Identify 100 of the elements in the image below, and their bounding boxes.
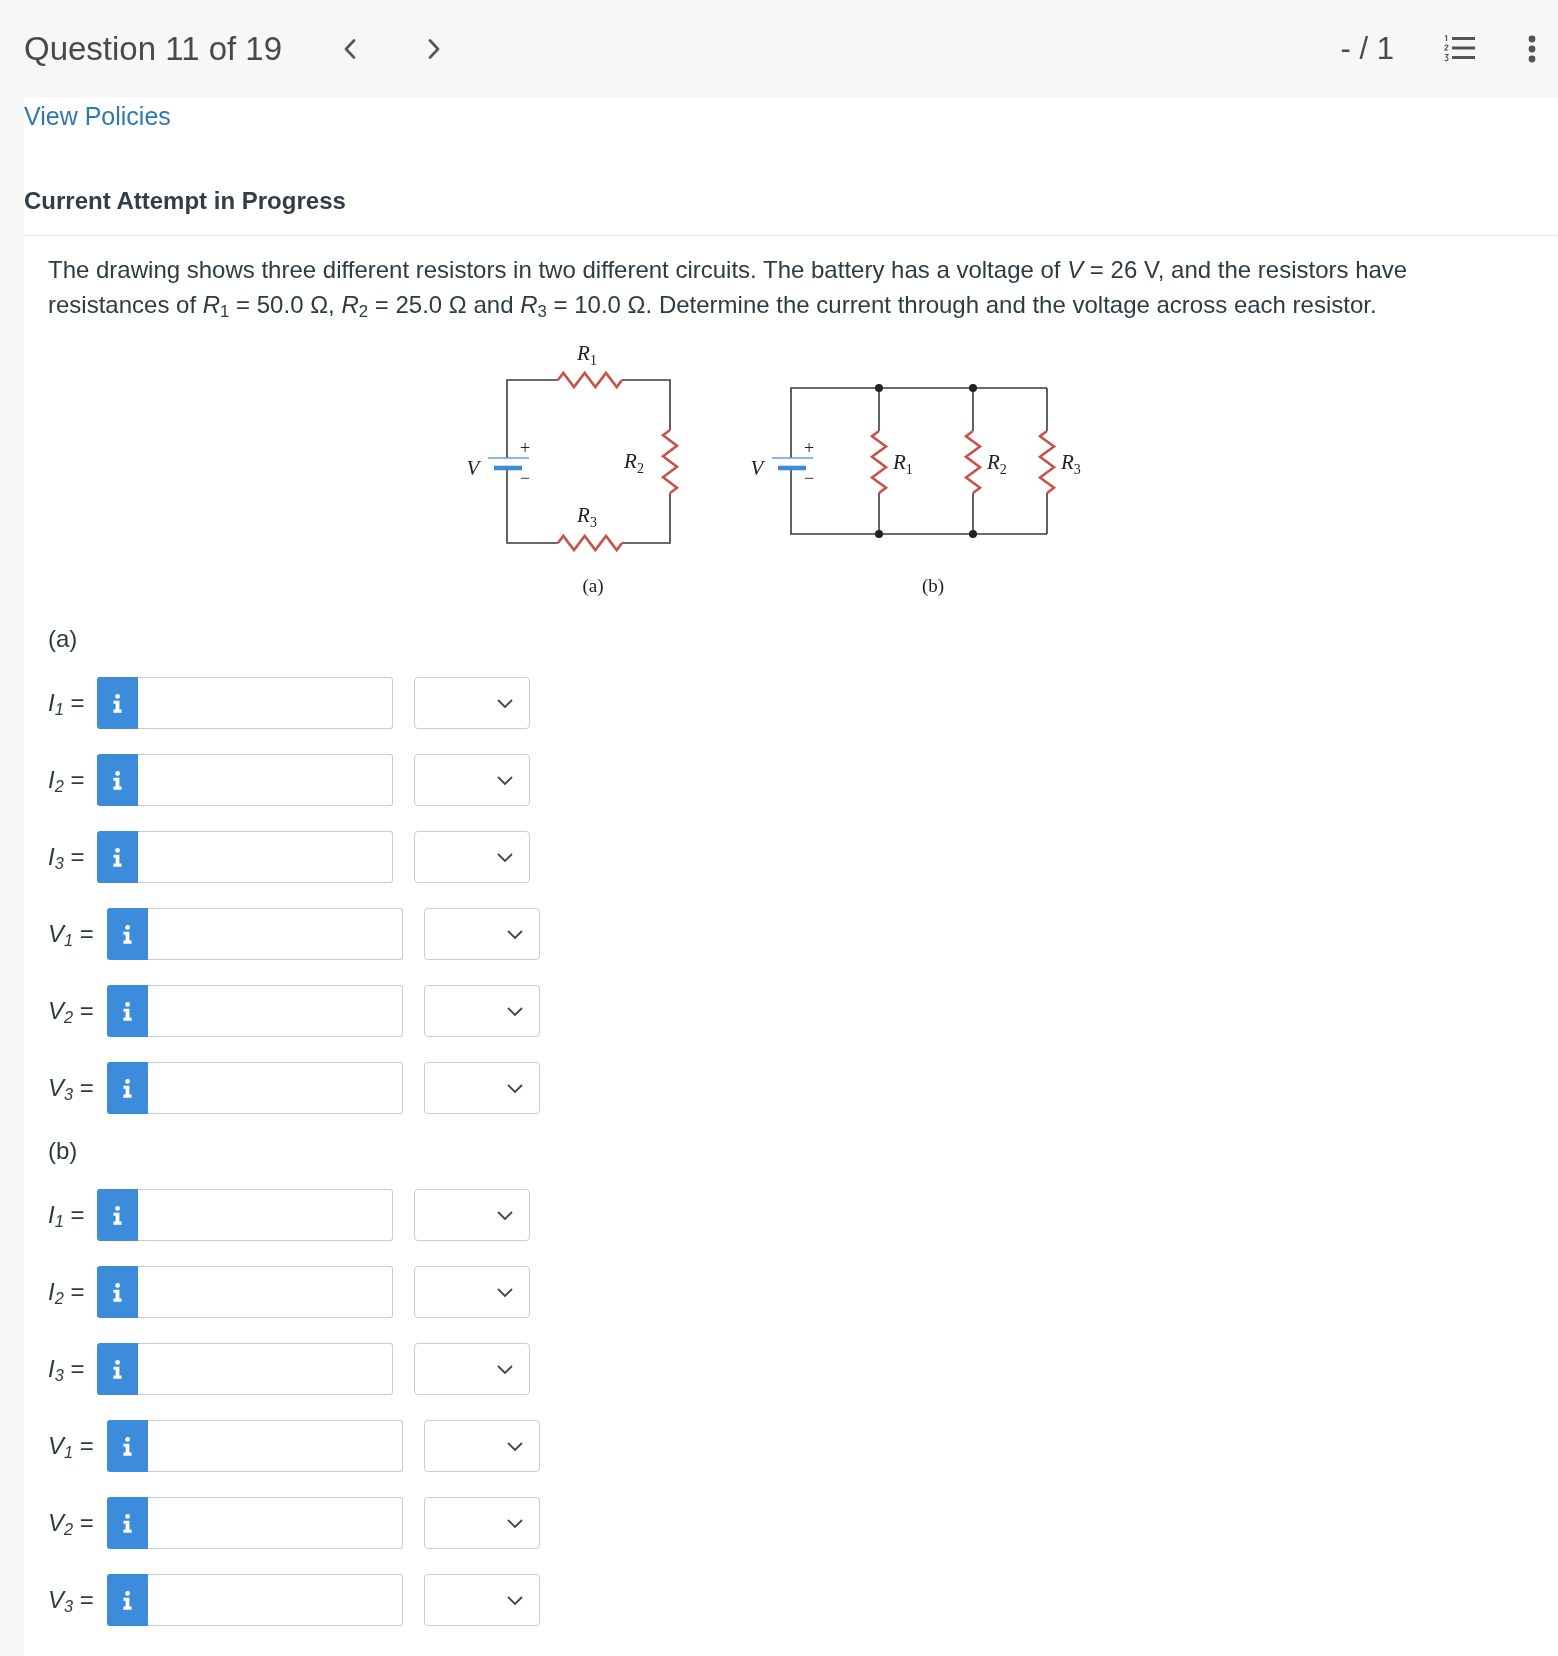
answer-input[interactable] [147, 1420, 403, 1472]
caret-icon [497, 852, 514, 862]
info-button[interactable] [106, 1420, 148, 1472]
junction-dot [875, 530, 883, 538]
caret-icon [497, 775, 514, 785]
resistor-label: R$_{1}$ [577, 341, 597, 368]
junction-dot [969, 384, 977, 392]
unit-dropdown[interactable] [414, 1343, 531, 1395]
resistor-symbol [556, 533, 624, 553]
info-button[interactable] [97, 677, 139, 729]
unit-dropdown[interactable] [414, 1189, 531, 1241]
answer-label: I$_{1}$ = [48, 688, 85, 718]
circuit-caption: (a) [582, 575, 604, 596]
info-button[interactable] [97, 754, 139, 806]
info-button[interactable] [106, 1497, 148, 1549]
unit-dropdown[interactable] [423, 1497, 540, 1549]
answer-label: V$_{1}$ = [48, 919, 94, 949]
unit-dropdown[interactable] [423, 985, 540, 1037]
info-icon [113, 1282, 123, 1302]
voltage-label: V [466, 456, 480, 480]
resistor-symbol [556, 370, 624, 390]
info-button[interactable] [97, 1266, 139, 1318]
answer-input[interactable] [147, 1574, 403, 1626]
caret-icon [497, 698, 514, 708]
info-icon [122, 1436, 132, 1456]
resistor-symbol [660, 428, 680, 495]
answer-label: I$_{3}$ = [48, 1354, 85, 1384]
caret-icon [497, 1364, 514, 1374]
answer-input[interactable] [138, 1189, 394, 1241]
voltage-label: V [750, 456, 764, 480]
answer-label: V$_{2}$ = [48, 996, 94, 1026]
info-icon [122, 1590, 132, 1610]
info-button[interactable] [106, 1062, 148, 1114]
info-button[interactable] [97, 1343, 139, 1395]
answer-label: I$_{1}$ = [48, 1200, 85, 1230]
answer-label: I$_{2}$ = [48, 765, 85, 795]
info-icon [122, 1001, 132, 1021]
answer-label: V$_{3}$ = [48, 1073, 94, 1103]
answer-input[interactable] [147, 1497, 403, 1549]
view-policies-link[interactable]: View Policies [24, 102, 171, 130]
resistor-symbol [869, 429, 889, 495]
unit-dropdown[interactable] [423, 1574, 540, 1626]
positive-sign: + [803, 438, 815, 458]
caret-icon [506, 929, 523, 939]
question-text: The drawing shows three different resistors in two different circuits. The battery has a voltage of V = 26 V, and the resistors have resistances of R$_{1}$ = 50.0 Ω, R$_{2}$ = 25.0 Ω and R$_{3}$ = 10.0 Ω. Determine the current through and the voltage across each resistor. [48, 255, 1409, 322]
answer-input[interactable] [147, 985, 403, 1037]
unit-dropdown[interactable] [414, 754, 531, 806]
info-icon [122, 1513, 132, 1533]
answer-label: I$_{3}$ = [48, 842, 85, 872]
vertical-dots-icon [1528, 34, 1536, 63]
resistor-label: R$_{1}$ [893, 450, 913, 477]
part-label: (a) [48, 624, 79, 653]
info-icon [122, 924, 132, 944]
info-icon [113, 1359, 123, 1379]
junction-dot [969, 530, 977, 538]
answer-input[interactable] [147, 908, 403, 960]
answer-input[interactable] [138, 831, 394, 883]
answer-label: I$_{2}$ = [48, 1277, 85, 1307]
caret-icon [497, 1210, 514, 1220]
question-counter: Question 11 of 19 [24, 28, 283, 69]
caret-icon [506, 1595, 523, 1605]
score-text: - / 1 [1340, 29, 1394, 68]
resistor-label: R$_{3}$ [1061, 450, 1081, 477]
unit-dropdown[interactable] [423, 1420, 540, 1472]
answer-label: V$_{2}$ = [48, 1508, 94, 1538]
answer-input[interactable] [147, 1062, 403, 1114]
junction-dot [875, 384, 883, 392]
resistor-symbol [963, 429, 983, 495]
info-button[interactable] [106, 985, 148, 1037]
chevron-right-icon [428, 38, 441, 59]
caret-icon [506, 1441, 523, 1451]
answer-input[interactable] [138, 1266, 394, 1318]
info-icon [113, 770, 123, 790]
info-icon [113, 1205, 123, 1225]
unit-dropdown[interactable] [423, 1062, 540, 1114]
answer-label: V$_{3}$ = [48, 1585, 94, 1615]
resistor-label: R$_{2}$ [987, 450, 1007, 477]
answer-label: V$_{1}$ = [48, 1431, 94, 1461]
unit-dropdown[interactable] [414, 677, 531, 729]
answer-input[interactable] [138, 1343, 394, 1395]
info-button[interactable] [97, 1189, 139, 1241]
info-button[interactable] [97, 831, 139, 883]
unit-dropdown[interactable] [423, 908, 540, 960]
unit-dropdown[interactable] [414, 1266, 531, 1318]
info-icon [122, 1078, 132, 1098]
resistor-label: R$_{3}$ [577, 503, 597, 530]
unit-dropdown[interactable] [414, 831, 531, 883]
info-button[interactable] [106, 1574, 148, 1626]
resistor-label: R$_{2}$ [624, 449, 644, 476]
negative-sign: − [519, 468, 531, 488]
info-icon [113, 693, 123, 713]
caret-icon [506, 1518, 523, 1528]
battery-symbol [487, 457, 530, 471]
info-button[interactable] [106, 908, 148, 960]
positive-sign: + [519, 438, 531, 458]
part-label: (b) [48, 1136, 79, 1165]
answer-input[interactable] [138, 754, 394, 806]
answer-input[interactable] [138, 677, 394, 729]
caret-icon [506, 1006, 523, 1016]
chevron-left-icon [344, 38, 357, 59]
